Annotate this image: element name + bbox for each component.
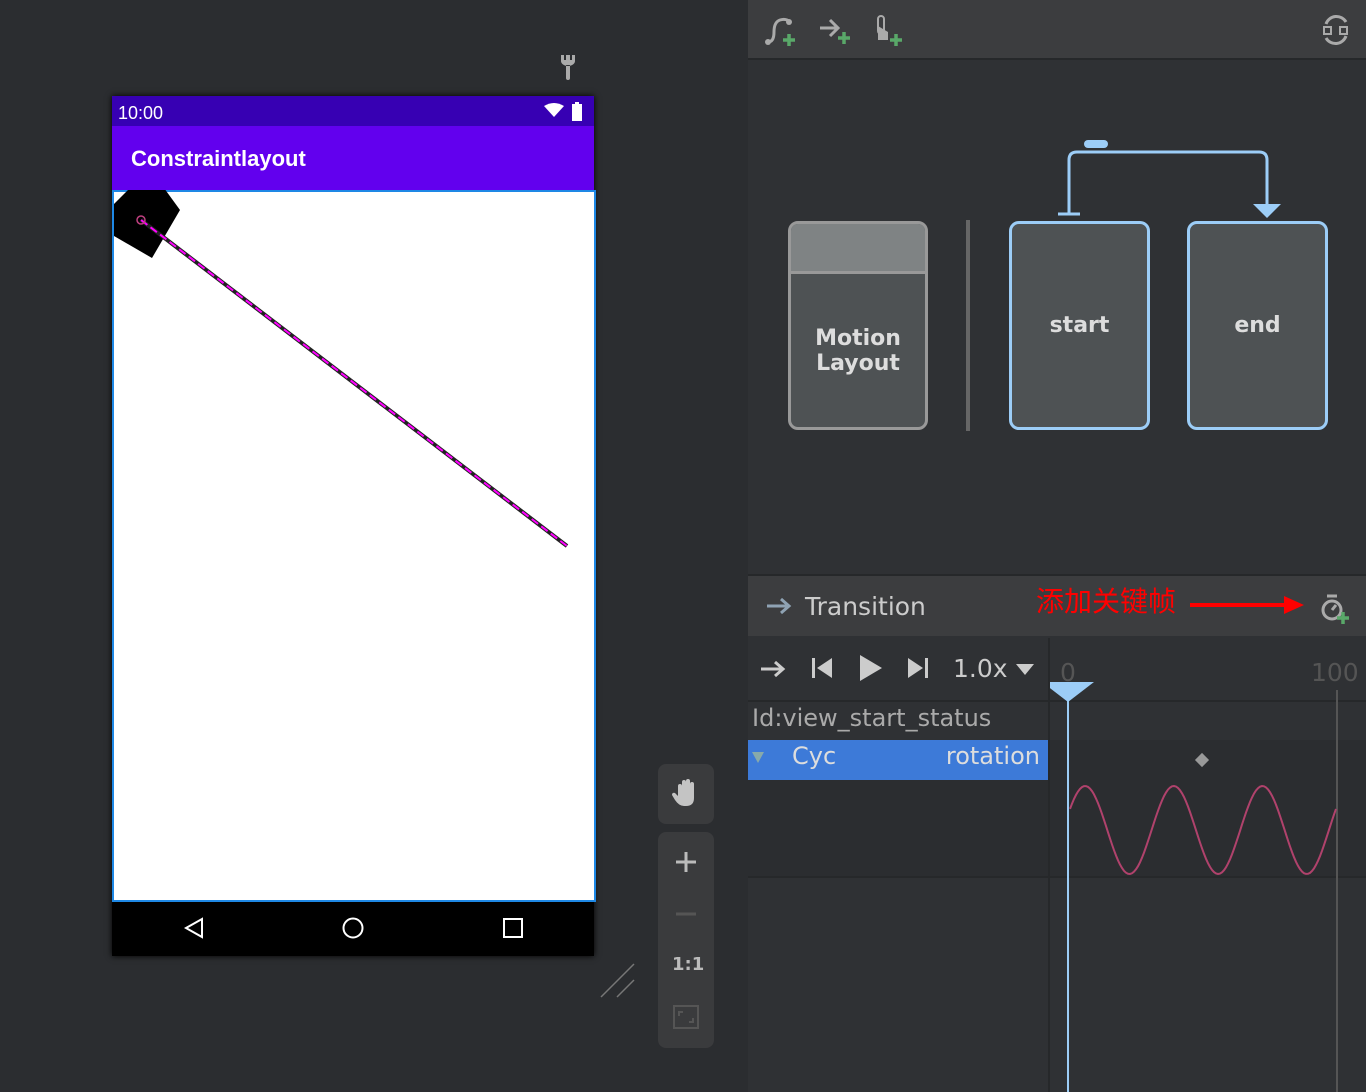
nav-bar (112, 902, 594, 956)
cycle-attribute: rotation (945, 742, 1040, 770)
playhead-handle[interactable] (1050, 682, 1094, 702)
recents-icon[interactable] (501, 916, 525, 940)
zoom-to-fit-icon[interactable] (672, 1004, 700, 1030)
arrow-right-icon (767, 597, 792, 615)
motion-toolbar (748, 0, 1366, 60)
cycle-wave (1069, 784, 1337, 876)
create-constraint-set-icon[interactable] (762, 12, 798, 48)
home-icon[interactable] (341, 916, 365, 940)
layout-content[interactable] (112, 190, 596, 902)
status-bar: 10:00 (112, 96, 594, 126)
annotation-text: 添加关键帧 (1036, 585, 1177, 618)
track-id-row[interactable]: Id:view_start_status (748, 702, 1048, 740)
expand-triangle-icon[interactable] (752, 752, 766, 764)
cycle-layout-icon[interactable] (1318, 12, 1354, 48)
status-time: 10:00 (118, 103, 164, 123)
transition-title: Transition (805, 592, 926, 621)
zoom-controls: 1:1 (658, 832, 714, 1048)
speed-dropdown[interactable]: 1.0x (953, 654, 1008, 683)
node-header (791, 224, 925, 274)
node-label-2: Layout (816, 350, 900, 376)
constraint-set-end[interactable]: end (1187, 221, 1328, 430)
app-bar: Constraintlayout (112, 126, 594, 190)
app-title: Constraintlayout (131, 146, 306, 171)
annotation-arrow (1190, 596, 1304, 614)
zoom-out-icon[interactable] (674, 902, 698, 926)
resize-handle-icon[interactable] (600, 962, 636, 998)
back-icon[interactable] (182, 916, 206, 940)
constraint-set-start[interactable]: start (1009, 221, 1150, 430)
pan-button[interactable] (658, 764, 714, 824)
phone-preview: 10:00 Constraintlayout (112, 96, 596, 956)
node-label-1: Motion (815, 325, 901, 351)
playback-controls: 1.0x (748, 638, 1048, 700)
hand-icon (671, 779, 694, 806)
design-surface: 10:00 Constraintlayout 1:1 (0, 0, 746, 1092)
skip-start-icon[interactable] (810, 656, 834, 680)
keyframe-marker[interactable] (1194, 752, 1210, 768)
actual-size-button[interactable]: 1:1 (672, 954, 704, 975)
chevron-down-icon[interactable] (1016, 664, 1034, 676)
wrench-icon[interactable] (556, 52, 580, 80)
transition-header: Transition 添加关键帧 (748, 574, 1366, 636)
timeline-canvas (1050, 682, 1337, 1092)
cycle-track-row[interactable]: Cyc rotation (748, 740, 1048, 780)
transition-arrow[interactable] (1050, 136, 1290, 222)
view-id-label: Id:view_start_status (752, 704, 992, 732)
motion-canvas (114, 190, 569, 548)
motion-path-dash (140, 219, 568, 547)
play-icon[interactable] (858, 654, 884, 682)
end-label: end (1234, 313, 1281, 338)
cycle-type: Cyc (792, 742, 837, 770)
motion-layout-node[interactable]: Motion Layout (788, 221, 928, 430)
direction-icon[interactable] (760, 658, 788, 680)
zoom-in-icon[interactable] (674, 850, 698, 874)
divider (966, 220, 970, 431)
skip-end-icon[interactable] (906, 656, 930, 680)
wifi-battery-icon (544, 102, 582, 121)
stopwatch-plus-icon[interactable] (1318, 590, 1354, 626)
create-transition-icon[interactable] (818, 12, 854, 48)
start-label: start (1049, 313, 1110, 338)
create-click-handler-icon[interactable] (872, 12, 908, 48)
